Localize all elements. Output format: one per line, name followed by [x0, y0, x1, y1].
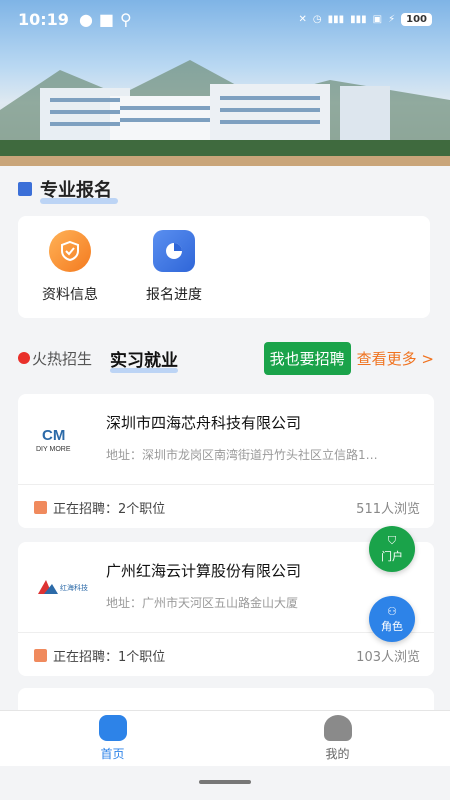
- role-button[interactable]: ⚇ 角色: [369, 596, 415, 642]
- section-title-text: 专业报名: [40, 180, 112, 201]
- recruiting-info: 正在招聘：1个职位: [34, 646, 165, 665]
- company-name: 深圳市四海芯舟科技有限公司: [106, 414, 302, 432]
- nav-label: 我的: [325, 747, 350, 761]
- quick-action-label: 报名进度: [146, 287, 202, 303]
- quick-action-profile[interactable]: 资料信息: [18, 230, 122, 318]
- tab-internship[interactable]: 实习就业: [110, 346, 179, 373]
- quick-action-progress[interactable]: 报名进度: [122, 230, 226, 318]
- bottom-navigation: 首页 我的: [0, 710, 450, 766]
- home-indicator[interactable]: [199, 780, 251, 784]
- clock: 10:19: [18, 9, 69, 29]
- shield-check-icon: [49, 230, 91, 272]
- usb-icon: ⚲: [120, 9, 132, 29]
- signal-icon: ▮▮▮: [327, 13, 345, 25]
- alarm-icon: ◷: [312, 13, 322, 25]
- fire-icon: [18, 352, 30, 364]
- view-count: 511人浏览: [356, 502, 420, 517]
- charging-icon: ⚡: [388, 13, 396, 25]
- divider: [18, 632, 434, 633]
- nav-label: 首页: [100, 747, 125, 761]
- section-title: 专业报名: [18, 176, 118, 204]
- logo-text: DIY MORE: [36, 446, 71, 453]
- nav-mine[interactable]: 我的: [225, 711, 450, 766]
- company-card[interactable]: CM DIY MORE 深圳市四海芯舟科技有限公司 地址：深圳市龙岗区南湾街道丹…: [18, 394, 434, 528]
- view-more-link[interactable]: 查看更多 >: [357, 348, 434, 369]
- book-icon: [18, 182, 32, 196]
- company-address: 地址：深圳市龙岗区南湾街道丹竹头社区立信路1…: [106, 448, 378, 462]
- recruiting-text: 正在招聘：2个职位: [53, 502, 166, 517]
- tab-hot-admission[interactable]: 火热招生: [18, 348, 92, 369]
- tab-label: 火热招生: [32, 349, 93, 368]
- company-logo: CM DIY MORE: [32, 416, 92, 462]
- campus-banner: 10:19 ● ■ ⚲ ✕ ◷ ▮▮▮ ▮▮▮ ▣ ⚡ 100: [0, 0, 450, 166]
- building-icon: [34, 501, 47, 514]
- company-logo: 红海科技: [32, 564, 92, 610]
- logo-text: 红海科技: [60, 583, 88, 592]
- signal-icon-2: ▮▮▮: [350, 13, 367, 25]
- hd-icon: ▣: [372, 13, 383, 25]
- gesture-bar-area: [0, 766, 450, 800]
- divider: [18, 484, 434, 485]
- battery-indicator: 100: [401, 12, 432, 26]
- tab-label: 实习就业: [110, 350, 179, 371]
- nav-home[interactable]: 首页: [0, 711, 225, 766]
- recruiting-info: 正在招聘：2个职位: [34, 498, 165, 517]
- recruit-button[interactable]: 我也要招聘: [263, 341, 351, 375]
- mute-icon: ✕: [298, 13, 307, 25]
- view-count: 103人浏览: [356, 650, 420, 665]
- building-icon: [34, 649, 47, 662]
- pie-chart-icon: [153, 230, 195, 272]
- company-name: 广州红海云计算股份有限公司: [106, 562, 302, 580]
- shield-icon: ⛉: [387, 534, 397, 547]
- quick-actions-card: 资料信息 报名进度: [18, 216, 430, 318]
- role-icon: ⚇: [387, 604, 397, 618]
- quick-action-label: 资料信息: [42, 287, 98, 303]
- android-icon: ■: [98, 9, 115, 29]
- status-bar: 10:19 ● ■ ⚲ ✕ ◷ ▮▮▮ ▮▮▮ ▣ ⚡ 100: [0, 0, 450, 38]
- svg-text:CM: CM: [42, 427, 65, 444]
- message-icon: ●: [78, 9, 93, 29]
- tabs-row: 火热招生 实习就业 我也要招聘 查看更多 >: [18, 340, 434, 376]
- portal-button[interactable]: ⛉ 门户: [369, 526, 415, 572]
- portal-label: 门户: [381, 550, 403, 563]
- home-icon: [98, 715, 127, 741]
- user-icon: [323, 715, 352, 741]
- recruiting-text: 正在招聘：1个职位: [53, 650, 166, 665]
- role-label: 角色: [381, 619, 403, 633]
